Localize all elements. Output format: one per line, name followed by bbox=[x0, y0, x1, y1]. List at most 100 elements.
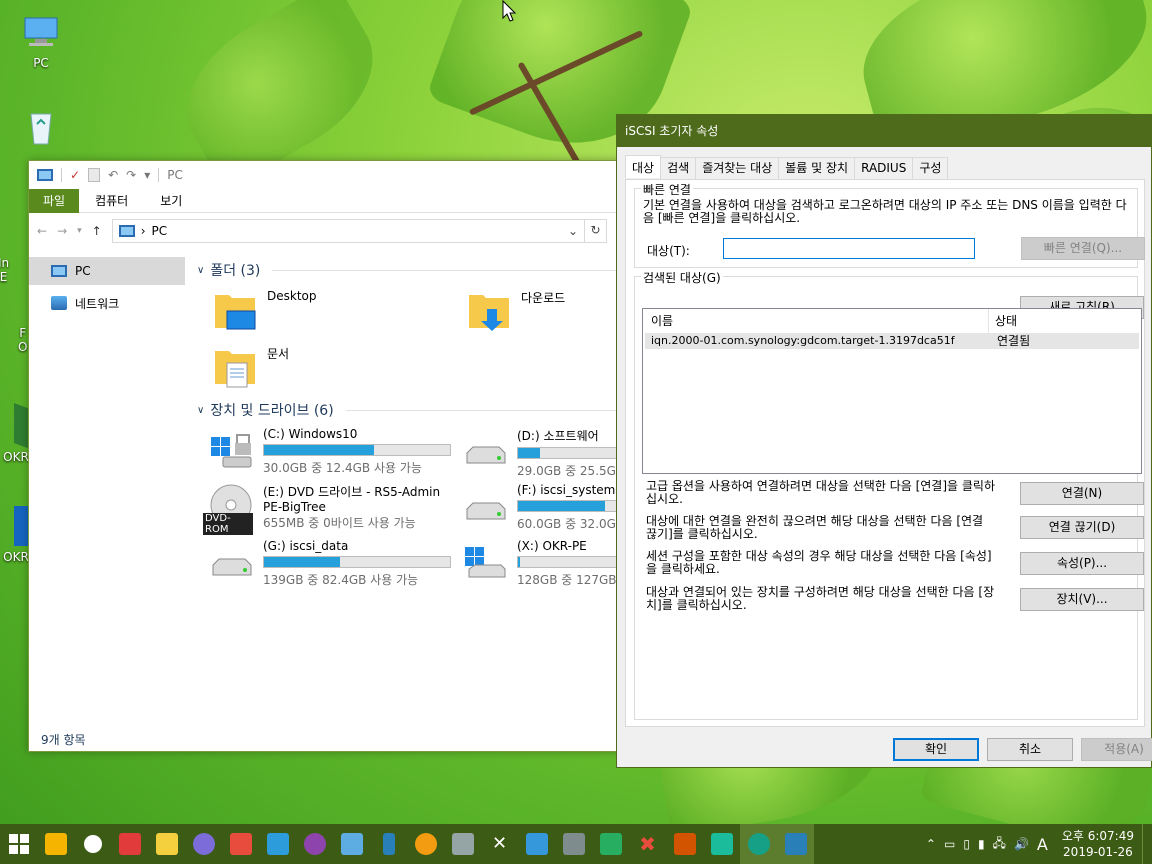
folder-downloads[interactable]: 다운로드 bbox=[467, 289, 565, 333]
properties-button[interactable]: 속성(P)... bbox=[1020, 552, 1144, 575]
desktop-icon-recycle-bin[interactable]: 휴 bbox=[6, 106, 76, 150]
redo-icon[interactable]: ↷ bbox=[126, 168, 136, 182]
cancel-button[interactable]: 취소 bbox=[987, 738, 1073, 761]
taskbar-app-14[interactable] bbox=[518, 824, 555, 864]
taskbar-app-18[interactable] bbox=[666, 824, 703, 864]
desktop-icon-label: F O bbox=[18, 326, 28, 354]
downloads-folder-icon bbox=[467, 289, 511, 333]
drive-free-space: 30.0GB 중 12.4GB 사용 가능 bbox=[263, 461, 422, 475]
list-item[interactable]: iqn.2000-01.com.synology:gdcom.target-1.… bbox=[645, 333, 1139, 349]
taskbar-app-15[interactable] bbox=[555, 824, 592, 864]
taskbar-app-17[interactable]: ✖ bbox=[629, 824, 666, 864]
taskbar-app-iscsi[interactable] bbox=[740, 824, 777, 864]
target-name: iqn.2000-01.com.synology:gdcom.target-1.… bbox=[651, 334, 955, 347]
windows-drive-icon bbox=[209, 427, 253, 471]
disconnect-description: 대상에 대한 연결을 완전히 끊으려면 해당 대상을 선택한 다음 [연결 끊기… bbox=[646, 514, 984, 541]
show-hidden-icons-icon[interactable]: ⌃ bbox=[926, 837, 936, 851]
up-icon[interactable]: ↑ bbox=[92, 224, 102, 238]
taskbar-app-7[interactable] bbox=[259, 824, 296, 864]
taskbar-app-8[interactable] bbox=[296, 824, 333, 864]
ribbon-tab-view[interactable]: 보기 bbox=[144, 189, 198, 213]
discovered-targets-list[interactable]: 이름 상태 iqn.2000-01.com.synology:gdcom.tar… bbox=[642, 308, 1142, 474]
player-icon bbox=[155, 833, 178, 855]
taskbar-app-2[interactable] bbox=[74, 824, 111, 864]
tab-discovery[interactable]: 검색 bbox=[660, 157, 697, 179]
network-icon[interactable]: 🖧 bbox=[993, 834, 1006, 855]
tray-app-icon[interactable]: ▭ bbox=[944, 837, 955, 851]
taskbar-app-3[interactable] bbox=[111, 824, 148, 864]
tab-targets[interactable]: 대상 bbox=[625, 155, 662, 178]
taskbar-app-tools[interactable]: ✕ bbox=[481, 824, 518, 864]
clock[interactable]: 오후 6:07:49 2019-01-26 bbox=[1062, 828, 1134, 860]
taskbar-app-12[interactable] bbox=[444, 824, 481, 864]
ok-button[interactable]: 확인 bbox=[893, 738, 979, 761]
refresh-icon[interactable]: ↻ bbox=[584, 219, 606, 243]
taskbar-app-player[interactable] bbox=[148, 824, 185, 864]
chevron-down-icon[interactable]: ⌄ bbox=[568, 224, 578, 238]
clock-date: 2019-01-26 bbox=[1063, 845, 1133, 859]
taskbar: ✕ ✖ ⌃ ▭ ▯ ▮ 🖧 🔊 A 오후 6:07:49 2019-01-26 bbox=[0, 824, 1152, 864]
taskbar-app-16[interactable] bbox=[592, 824, 629, 864]
list-header: 이름 상태 bbox=[643, 309, 1141, 333]
devices-button[interactable]: 장치(V)... bbox=[1020, 588, 1144, 611]
drive-g[interactable]: (G:) iscsi_data 139GB 중 82.4GB 사용 가능 bbox=[209, 539, 451, 588]
battery-icon[interactable]: ▮ bbox=[978, 837, 985, 851]
drive-e[interactable]: DVD-ROM (E:) DVD 드라이브 - RS5-Admin PE-Big… bbox=[203, 483, 440, 535]
group-header-folders[interactable]: ∨ 폴더 (3) bbox=[193, 257, 647, 283]
target-input[interactable] bbox=[723, 238, 975, 259]
taskbar-app-19[interactable] bbox=[703, 824, 740, 864]
taskbar-app-explorer-window[interactable] bbox=[777, 824, 814, 864]
chevron-down-icon: ∨ bbox=[197, 404, 205, 416]
customize-qat-icon[interactable]: ▾ bbox=[144, 168, 150, 182]
folder-desktop[interactable]: Desktop bbox=[213, 289, 317, 333]
new-folder-icon[interactable] bbox=[88, 168, 101, 182]
address-bar[interactable]: › PC ⌄ ↻ bbox=[111, 219, 607, 243]
disconnect-button[interactable]: 연결 끊기(D) bbox=[1020, 516, 1144, 539]
desktop-icon-label: In E bbox=[0, 256, 10, 284]
group-header-drives[interactable]: ∨ 장치 및 드라이브 (6) bbox=[193, 397, 647, 423]
nav-item-network[interactable]: 네트워크 bbox=[29, 289, 185, 317]
taskbar-app-9[interactable] bbox=[333, 824, 370, 864]
taskbar-app-6[interactable] bbox=[222, 824, 259, 864]
properties-icon[interactable]: ✓ bbox=[70, 168, 80, 182]
tab-favorite-targets[interactable]: 즐겨찾는 대상 bbox=[695, 157, 780, 179]
recent-locations-icon[interactable]: ▾ bbox=[77, 226, 82, 236]
connect-button[interactable]: 연결(N) bbox=[1020, 482, 1144, 505]
app-icon bbox=[562, 833, 585, 855]
column-header-name[interactable]: 이름 bbox=[643, 309, 989, 333]
quick-connect-button[interactable]: 빠른 연결(Q)... bbox=[1021, 237, 1145, 260]
connect-description: 고급 옵션을 사용하여 연결하려면 대상을 선택한 다음 [연결]을 클릭하십시… bbox=[646, 479, 996, 506]
volume-icon[interactable]: 🔊 bbox=[1014, 837, 1029, 851]
app-icon bbox=[710, 833, 733, 855]
content-pane: ∨ 폴더 (3) Desktop 다운로드 문서 ∨ 장치 및 드라이브 (6) bbox=[193, 257, 647, 729]
undo-icon[interactable]: ↶ bbox=[108, 168, 118, 182]
folder-documents[interactable]: 문서 bbox=[213, 345, 289, 389]
column-header-status[interactable]: 상태 bbox=[989, 309, 1017, 333]
tools-icon: ✕ bbox=[491, 833, 508, 854]
taskbar-app-5[interactable] bbox=[185, 824, 222, 864]
taskbar-app-file-explorer[interactable] bbox=[37, 824, 74, 864]
back-icon[interactable]: ← bbox=[37, 224, 47, 238]
apply-button[interactable]: 적용(A) bbox=[1081, 738, 1152, 761]
taskbar-app-10[interactable] bbox=[370, 824, 407, 864]
ribbon-tab-file[interactable]: 파일 bbox=[29, 188, 80, 213]
taskbar-app-11[interactable] bbox=[407, 824, 444, 864]
forward-icon[interactable]: → bbox=[57, 224, 67, 238]
tab-configuration[interactable]: 구성 bbox=[912, 157, 949, 179]
group-legend: 빠른 연결 bbox=[641, 181, 693, 198]
chevron-down-icon: ∨ bbox=[197, 264, 205, 276]
status-bar: 9개 항목 bbox=[41, 733, 86, 747]
properties-description: 세션 구성을 포함한 대상 속성의 경우 해당 대상을 선택한 다음 [속성]을… bbox=[646, 549, 992, 576]
tab-volumes-devices[interactable]: 볼륨 및 장치 bbox=[778, 157, 856, 179]
app-icon bbox=[673, 833, 696, 855]
start-button[interactable] bbox=[0, 824, 37, 864]
ime-indicator[interactable]: A bbox=[1037, 835, 1048, 854]
desktop-icon-pc[interactable]: PC bbox=[6, 12, 76, 70]
drive-c[interactable]: (C:) Windows10 30.0GB 중 12.4GB 사용 가능 bbox=[209, 427, 451, 476]
usb-icon[interactable]: ▯ bbox=[963, 837, 970, 851]
ribbon-tab-computer[interactable]: 컴퓨터 bbox=[79, 189, 144, 213]
nav-item-pc[interactable]: PC bbox=[29, 257, 185, 285]
dvd-badge: DVD-ROM bbox=[203, 513, 253, 535]
show-desktop-button[interactable] bbox=[1142, 824, 1146, 864]
tab-radius[interactable]: RADIUS bbox=[854, 157, 914, 179]
